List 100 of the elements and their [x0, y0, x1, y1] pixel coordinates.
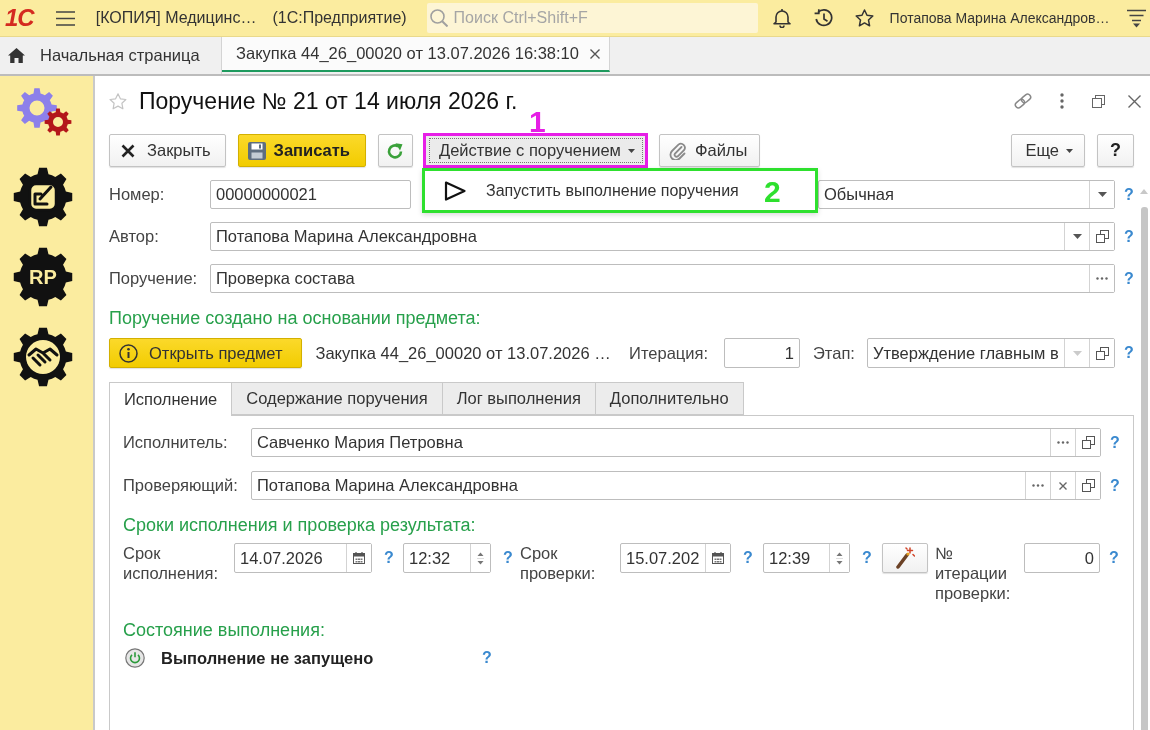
help-link[interactable]: ? — [503, 543, 513, 573]
date-field[interactable]: 15.07.202 — [620, 543, 731, 573]
ellipsis-icon — [1096, 277, 1108, 280]
form-title: Поручение № 21 от 14 июля 2026 г. — [139, 87, 518, 115]
help-link[interactable]: ? — [743, 543, 753, 573]
favorite-star-icon[interactable] — [109, 92, 127, 110]
lookup-field[interactable]: Потапова Марина Александровна — [251, 471, 1101, 500]
spin-button[interactable] — [470, 544, 490, 572]
caret-icon — [1072, 350, 1082, 356]
tab[interactable]: Содержание поручения — [231, 382, 443, 415]
help-link[interactable]: ? — [482, 649, 492, 667]
tab[interactable]: Закупка 44_26_00020 от 13.07.2026 16:38:10 — [222, 37, 610, 72]
help-link[interactable]: ? — [1124, 344, 1134, 362]
dropdown-field[interactable]: Обычная — [818, 180, 1115, 209]
time-field[interactable]: 12:39 — [763, 543, 850, 573]
scrollbar-thumb[interactable] — [1140, 207, 1148, 730]
time-field[interactable]: 12:32 — [403, 543, 491, 573]
ellipsis-icon — [1057, 441, 1069, 444]
open-button[interactable] — [1089, 339, 1114, 367]
dropdown-field[interactable]: Потапова Марина Александровна — [210, 222, 1115, 251]
dropdown-button[interactable]: Еще — [1011, 134, 1085, 167]
open-button[interactable] — [1075, 472, 1100, 499]
field-label: Проверяющий: — [123, 476, 239, 495]
dropdown-button[interactable] — [1089, 181, 1114, 208]
number-field[interactable]: 0 — [1024, 543, 1100, 573]
lookup-field[interactable]: Проверка состава — [210, 264, 1115, 293]
number-field[interactable]: 1 — [724, 338, 800, 368]
open-button[interactable] — [1075, 429, 1100, 456]
help-link[interactable]: ? — [1109, 543, 1119, 573]
logo[interactable]: 1С — [5, 4, 34, 32]
gear-handshake-icon[interactable] — [12, 327, 73, 387]
tab[interactable]: Лог выполнения — [441, 382, 596, 415]
magic-wand-icon — [895, 547, 915, 569]
field-label: Срок проверки: — [520, 543, 597, 583]
help-link[interactable]: ? — [862, 543, 872, 573]
help-link[interactable]: ? — [1110, 476, 1120, 495]
status-text: Выполнение не запущено — [161, 648, 375, 668]
star-icon[interactable] — [854, 9, 874, 27]
menu-icon[interactable] — [55, 10, 75, 26]
field-label: Этап: — [813, 343, 855, 363]
section-heading: Состояние выполнения: — [123, 619, 326, 642]
open-subject-button[interactable]: Открыть предмет — [109, 338, 303, 368]
tab[interactable]: Дополнительно — [594, 382, 744, 415]
spin-arrows-icon — [836, 550, 843, 566]
circular-arrow-icon — [386, 141, 405, 160]
annotation-number: 2 — [763, 180, 781, 204]
subject-text: Закупка 44_26_00020 от 13.07.2026 … — [315, 343, 611, 363]
caret-icon — [1072, 234, 1082, 239]
text-field[interactable]: 00000000021 — [210, 180, 411, 209]
field-label: № итерации проверки: — [935, 543, 1010, 603]
field-label: Поручение: — [109, 269, 199, 288]
search-icon — [429, 9, 448, 27]
platform-name: (1С:Предприятие) — [272, 9, 407, 27]
gear-checklist-icon[interactable] — [12, 167, 73, 227]
calendar-button[interactable] — [705, 544, 730, 572]
date-field[interactable]: 14.07.2026 — [234, 543, 372, 573]
close-icon[interactable] — [1128, 94, 1141, 108]
user-name[interactable]: Потапова Марина Александров… — [889, 10, 1110, 26]
help-link[interactable]: ? — [1124, 269, 1134, 288]
close-icon[interactable] — [589, 48, 600, 59]
files-button[interactable]: Файлы — [658, 134, 761, 167]
field-label: Исполнитель: — [123, 433, 229, 452]
power-icon — [125, 648, 145, 668]
help-link[interactable]: ? — [384, 543, 394, 573]
help-link[interactable]: ? — [1124, 227, 1134, 246]
vertical-dots-icon[interactable] — [1060, 93, 1064, 109]
overlapping-squares-icon[interactable] — [1092, 94, 1105, 108]
calendar-icon — [353, 552, 365, 564]
refresh-button[interactable] — [377, 134, 413, 167]
info-icon — [119, 343, 138, 363]
play-icon — [443, 180, 466, 201]
tab[interactable]: Исполнение — [109, 382, 233, 416]
overlapping-squares-icon — [1095, 230, 1109, 243]
help-link[interactable]: ? — [1110, 433, 1120, 452]
field-label: Номер: — [109, 185, 166, 204]
cross-icon — [1059, 481, 1067, 490]
wand-button[interactable] — [882, 543, 928, 573]
history-icon[interactable] — [812, 8, 833, 28]
calendar-button[interactable] — [346, 544, 371, 572]
overlapping-squares-icon — [1081, 436, 1095, 449]
dropdown-field[interactable]: Утверждение главным в — [866, 338, 1115, 368]
close-button[interactable]: Закрыть — [109, 134, 226, 167]
bell-icon[interactable] — [772, 8, 791, 28]
home-icon — [8, 48, 25, 63]
paperclip-icon — [668, 141, 686, 160]
lookup-field[interactable]: Савченко Мария Петровна — [251, 428, 1101, 457]
annotation-number: 1 — [528, 110, 546, 134]
caret-icon — [1097, 192, 1107, 197]
caret-icon — [627, 148, 635, 153]
spin-button[interactable] — [829, 544, 849, 572]
menu-icon[interactable] — [1127, 8, 1147, 28]
section-heading: Сроки исполнения и проверка результата: — [123, 514, 477, 537]
menu-item[interactable]: Запустить выполнение поручения — [424, 171, 749, 210]
gear-label-icon[interactable]: RP — [12, 247, 73, 307]
link-icon[interactable] — [1013, 92, 1033, 110]
save-button[interactable]: Записать — [237, 134, 366, 167]
open-button[interactable] — [1089, 223, 1114, 250]
help-button[interactable]: ? — [1097, 134, 1134, 167]
overlapping-squares-icon — [1081, 479, 1095, 492]
help-link[interactable]: ? — [1124, 185, 1134, 204]
